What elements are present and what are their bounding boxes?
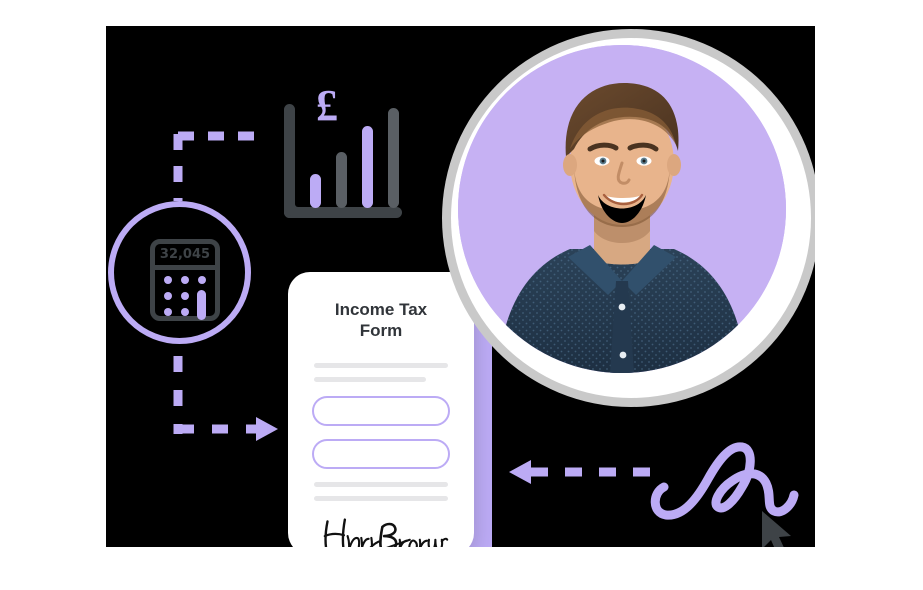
calculator-key (198, 276, 206, 284)
income-tax-form-card: Income Tax Form (288, 272, 474, 547)
form-title: Income Tax Form (310, 300, 452, 341)
signature-area (318, 515, 449, 547)
form-text-line (314, 363, 448, 369)
mouse-cursor-pointer[interactable] (758, 509, 804, 547)
calculator-key (181, 292, 189, 300)
signature (323, 518, 449, 547)
chart-bar-1 (310, 174, 321, 208)
calculator-icon: 32,045 (108, 201, 251, 344)
bar-chart-with-pound-icon: £ (276, 80, 406, 230)
calculator-key (164, 292, 172, 300)
calculator-body: 32,045 (150, 239, 220, 321)
dashed-arrow-to-form (178, 417, 278, 441)
portrait-illustration (458, 45, 786, 373)
form-title-line-2: Form (359, 320, 403, 340)
person-avatar (442, 29, 815, 407)
form-text-line (314, 496, 448, 502)
calculator-key (164, 308, 172, 316)
calculator-key (181, 308, 189, 316)
illustration-stage: £ 32,045 Income Tax Form (0, 0, 923, 590)
form-text-line (314, 482, 448, 488)
calculator-keypad (155, 270, 215, 320)
chart-bar-2 (336, 152, 347, 208)
calculator-key-enter (197, 290, 206, 320)
form-input-2[interactable] (312, 439, 450, 470)
dashed-arrow-to-signature (509, 460, 666, 484)
form-text-line (314, 377, 426, 383)
form-title-line-1: Income Tax (334, 300, 428, 319)
calculator-key (181, 276, 189, 284)
calculator-key (164, 276, 172, 284)
chart-bar-3 (362, 126, 373, 208)
calculator-display: 32,045 (155, 244, 215, 270)
chart-bar-4 (388, 108, 399, 208)
calculator-display-value: 32,045 (159, 247, 211, 262)
avatar-photo (458, 45, 786, 373)
black-canvas: £ 32,045 Income Tax Form (106, 26, 815, 547)
form-input-1[interactable] (312, 396, 450, 427)
pound-symbol: £ (316, 81, 338, 130)
